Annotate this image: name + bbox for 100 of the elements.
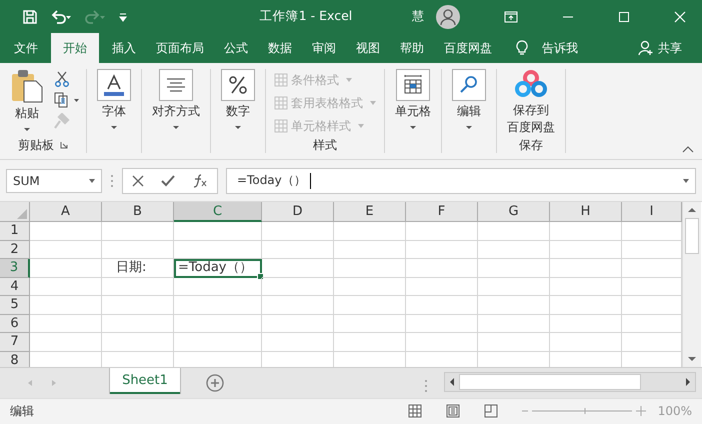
table-cell[interactable] <box>478 296 550 315</box>
zoom-slider-drawing[interactable] <box>522 406 648 416</box>
insert-function-icon[interactable] <box>192 174 208 188</box>
table-cell[interactable] <box>102 240 174 260</box>
table-cell[interactable] <box>334 259 406 278</box>
name-box[interactable]: SUM <box>6 168 102 193</box>
add-sheet-icon[interactable] <box>206 374 224 392</box>
share-person-icon[interactable] <box>638 40 654 56</box>
table-cell[interactable] <box>478 222 550 241</box>
cancel-icon[interactable] <box>132 174 144 187</box>
undo-icon[interactable] <box>50 8 72 25</box>
column-header[interactable]: C <box>174 202 262 222</box>
table-cell[interactable] <box>102 333 174 352</box>
table-cell[interactable] <box>550 314 622 334</box>
table-cell[interactable] <box>406 278 478 296</box>
table-cell[interactable] <box>334 296 406 315</box>
enter-check-icon[interactable] <box>160 174 175 187</box>
table-cell[interactable] <box>550 278 622 296</box>
table-cell[interactable] <box>102 222 174 241</box>
ribbon-menu-button[interactable]: 编辑 <box>448 69 490 130</box>
table-cell[interactable] <box>262 222 334 241</box>
ribbon-menu-button[interactable]: 对齐方式 <box>148 69 204 130</box>
row-header[interactable]: 7 <box>0 333 30 352</box>
table-cell[interactable] <box>262 278 334 296</box>
table-cell[interactable] <box>550 240 622 260</box>
formula-input[interactable]: =Today（） <box>226 168 696 194</box>
horizontal-scrollbar[interactable] <box>444 372 696 392</box>
table-cell[interactable] <box>102 296 174 315</box>
sheet-prev-icon[interactable] <box>26 379 34 388</box>
table-cell[interactable] <box>30 259 102 278</box>
dialog-launcher-icon[interactable] <box>60 141 68 150</box>
table-cell[interactable] <box>30 278 102 296</box>
table-cell[interactable] <box>406 296 478 315</box>
table-cell[interactable]: 日期: <box>102 259 174 278</box>
ribbon-menu-button[interactable]: 单元格 <box>391 69 435 130</box>
row-header[interactable]: 3 <box>0 259 30 278</box>
table-cell[interactable] <box>30 333 102 352</box>
table-cell[interactable] <box>262 333 334 352</box>
table-cell[interactable] <box>30 222 102 241</box>
fill-handle[interactable] <box>257 272 264 280</box>
maximize-icon[interactable] <box>618 10 630 23</box>
table-cell[interactable] <box>174 333 262 352</box>
save-icon[interactable] <box>22 8 38 25</box>
column-header[interactable]: B <box>102 202 174 222</box>
row-header[interactable]: 4 <box>0 278 30 296</box>
table-cell[interactable] <box>174 278 262 296</box>
ribbon-tab[interactable]: 视图 <box>346 33 390 64</box>
table-cell[interactable] <box>478 240 550 260</box>
column-header[interactable]: D <box>262 202 334 222</box>
scrollbar-thumb[interactable] <box>459 374 641 390</box>
column-header[interactable]: G <box>478 202 550 222</box>
table-cell[interactable] <box>262 296 334 315</box>
close-icon[interactable] <box>674 10 686 23</box>
table-cell[interactable] <box>262 314 334 334</box>
table-cell[interactable] <box>406 333 478 352</box>
table-cell[interactable] <box>406 259 478 278</box>
save-to-cloud-button[interactable]: 保存到 百度网盘 <box>503 69 559 136</box>
avatar-icon[interactable] <box>436 4 460 29</box>
ribbon-tab[interactable]: 帮助 <box>390 33 434 64</box>
page-break-icon[interactable] <box>484 404 498 418</box>
table-cell[interactable] <box>406 240 478 260</box>
row-header[interactable]: 5 <box>0 296 30 315</box>
select-all-icon[interactable] <box>17 209 27 220</box>
table-cell[interactable] <box>334 222 406 241</box>
normal-view-icon[interactable] <box>408 404 422 418</box>
share-button[interactable]: 共享 <box>654 33 692 64</box>
row-header[interactable]: 6 <box>0 314 30 334</box>
table-cell[interactable] <box>174 222 262 241</box>
table-cell[interactable] <box>30 240 102 260</box>
table-cell[interactable] <box>334 240 406 260</box>
table-cell[interactable] <box>478 333 550 352</box>
row-header[interactable]: 2 <box>0 240 30 260</box>
copy-icon[interactable] <box>54 92 80 108</box>
redo-icon[interactable] <box>84 8 106 25</box>
ribbon-tab[interactable]: 插入 <box>102 33 146 64</box>
table-cell[interactable] <box>550 333 622 352</box>
tell-me-button[interactable]: 告诉我 <box>532 33 588 64</box>
table-cell[interactable] <box>174 240 262 260</box>
sheet-tab[interactable]: Sheet1 <box>110 368 180 394</box>
page-layout-icon[interactable] <box>446 404 460 418</box>
table-cell[interactable] <box>174 314 262 334</box>
row-header[interactable]: 1 <box>0 222 30 241</box>
collapse-ribbon-icon[interactable] <box>682 145 694 154</box>
table-cell[interactable] <box>478 314 550 334</box>
table-cell[interactable] <box>334 314 406 334</box>
column-header[interactable]: F <box>406 202 478 222</box>
format-painter-icon[interactable] <box>54 113 70 130</box>
scissors-icon[interactable] <box>54 71 70 88</box>
table-cell[interactable] <box>334 278 406 296</box>
column-header[interactable]: H <box>550 202 622 222</box>
ribbon-display-icon[interactable] <box>504 10 518 23</box>
ribbon-tab[interactable]: 开始 <box>51 33 99 64</box>
table-cell[interactable] <box>406 222 478 241</box>
table-cell[interactable] <box>550 222 622 241</box>
scrollbar-thumb[interactable] <box>685 218 699 254</box>
column-header[interactable]: I <box>622 202 682 222</box>
ribbon-tab[interactable]: 文件 <box>4 33 48 64</box>
table-cell[interactable] <box>102 314 174 334</box>
row-header[interactable]: 8 <box>0 352 30 368</box>
table-cell[interactable] <box>478 259 550 278</box>
